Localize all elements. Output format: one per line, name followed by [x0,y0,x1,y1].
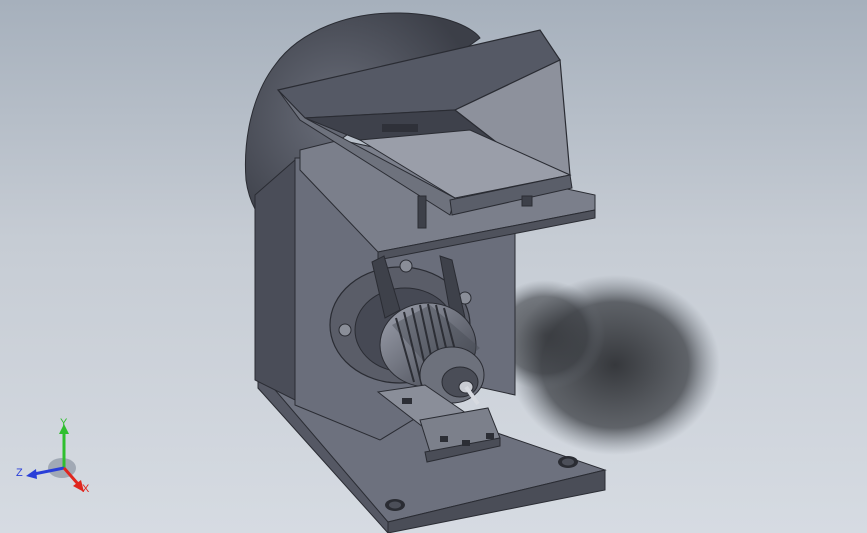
hopper-slot [382,124,418,132]
flange-bolt [338,323,352,337]
z-axis-arrow-icon [26,469,37,479]
x-axis-label: X [82,483,90,495]
mounting-hole [389,501,401,509]
flange-bolt [399,259,413,273]
z-axis-label: Z [16,467,23,479]
cad-model-scene[interactable] [0,0,867,533]
cad-graphics-viewport[interactable]: Y Z X [0,0,867,533]
mounting-hole [562,458,574,466]
hopper-support-tab [521,195,533,207]
view-orientation-triad[interactable]: Y Z X [14,418,100,500]
support-frame-side [254,158,296,401]
hopper-support-post [417,195,427,229]
y-axis-label: Y [60,418,68,429]
